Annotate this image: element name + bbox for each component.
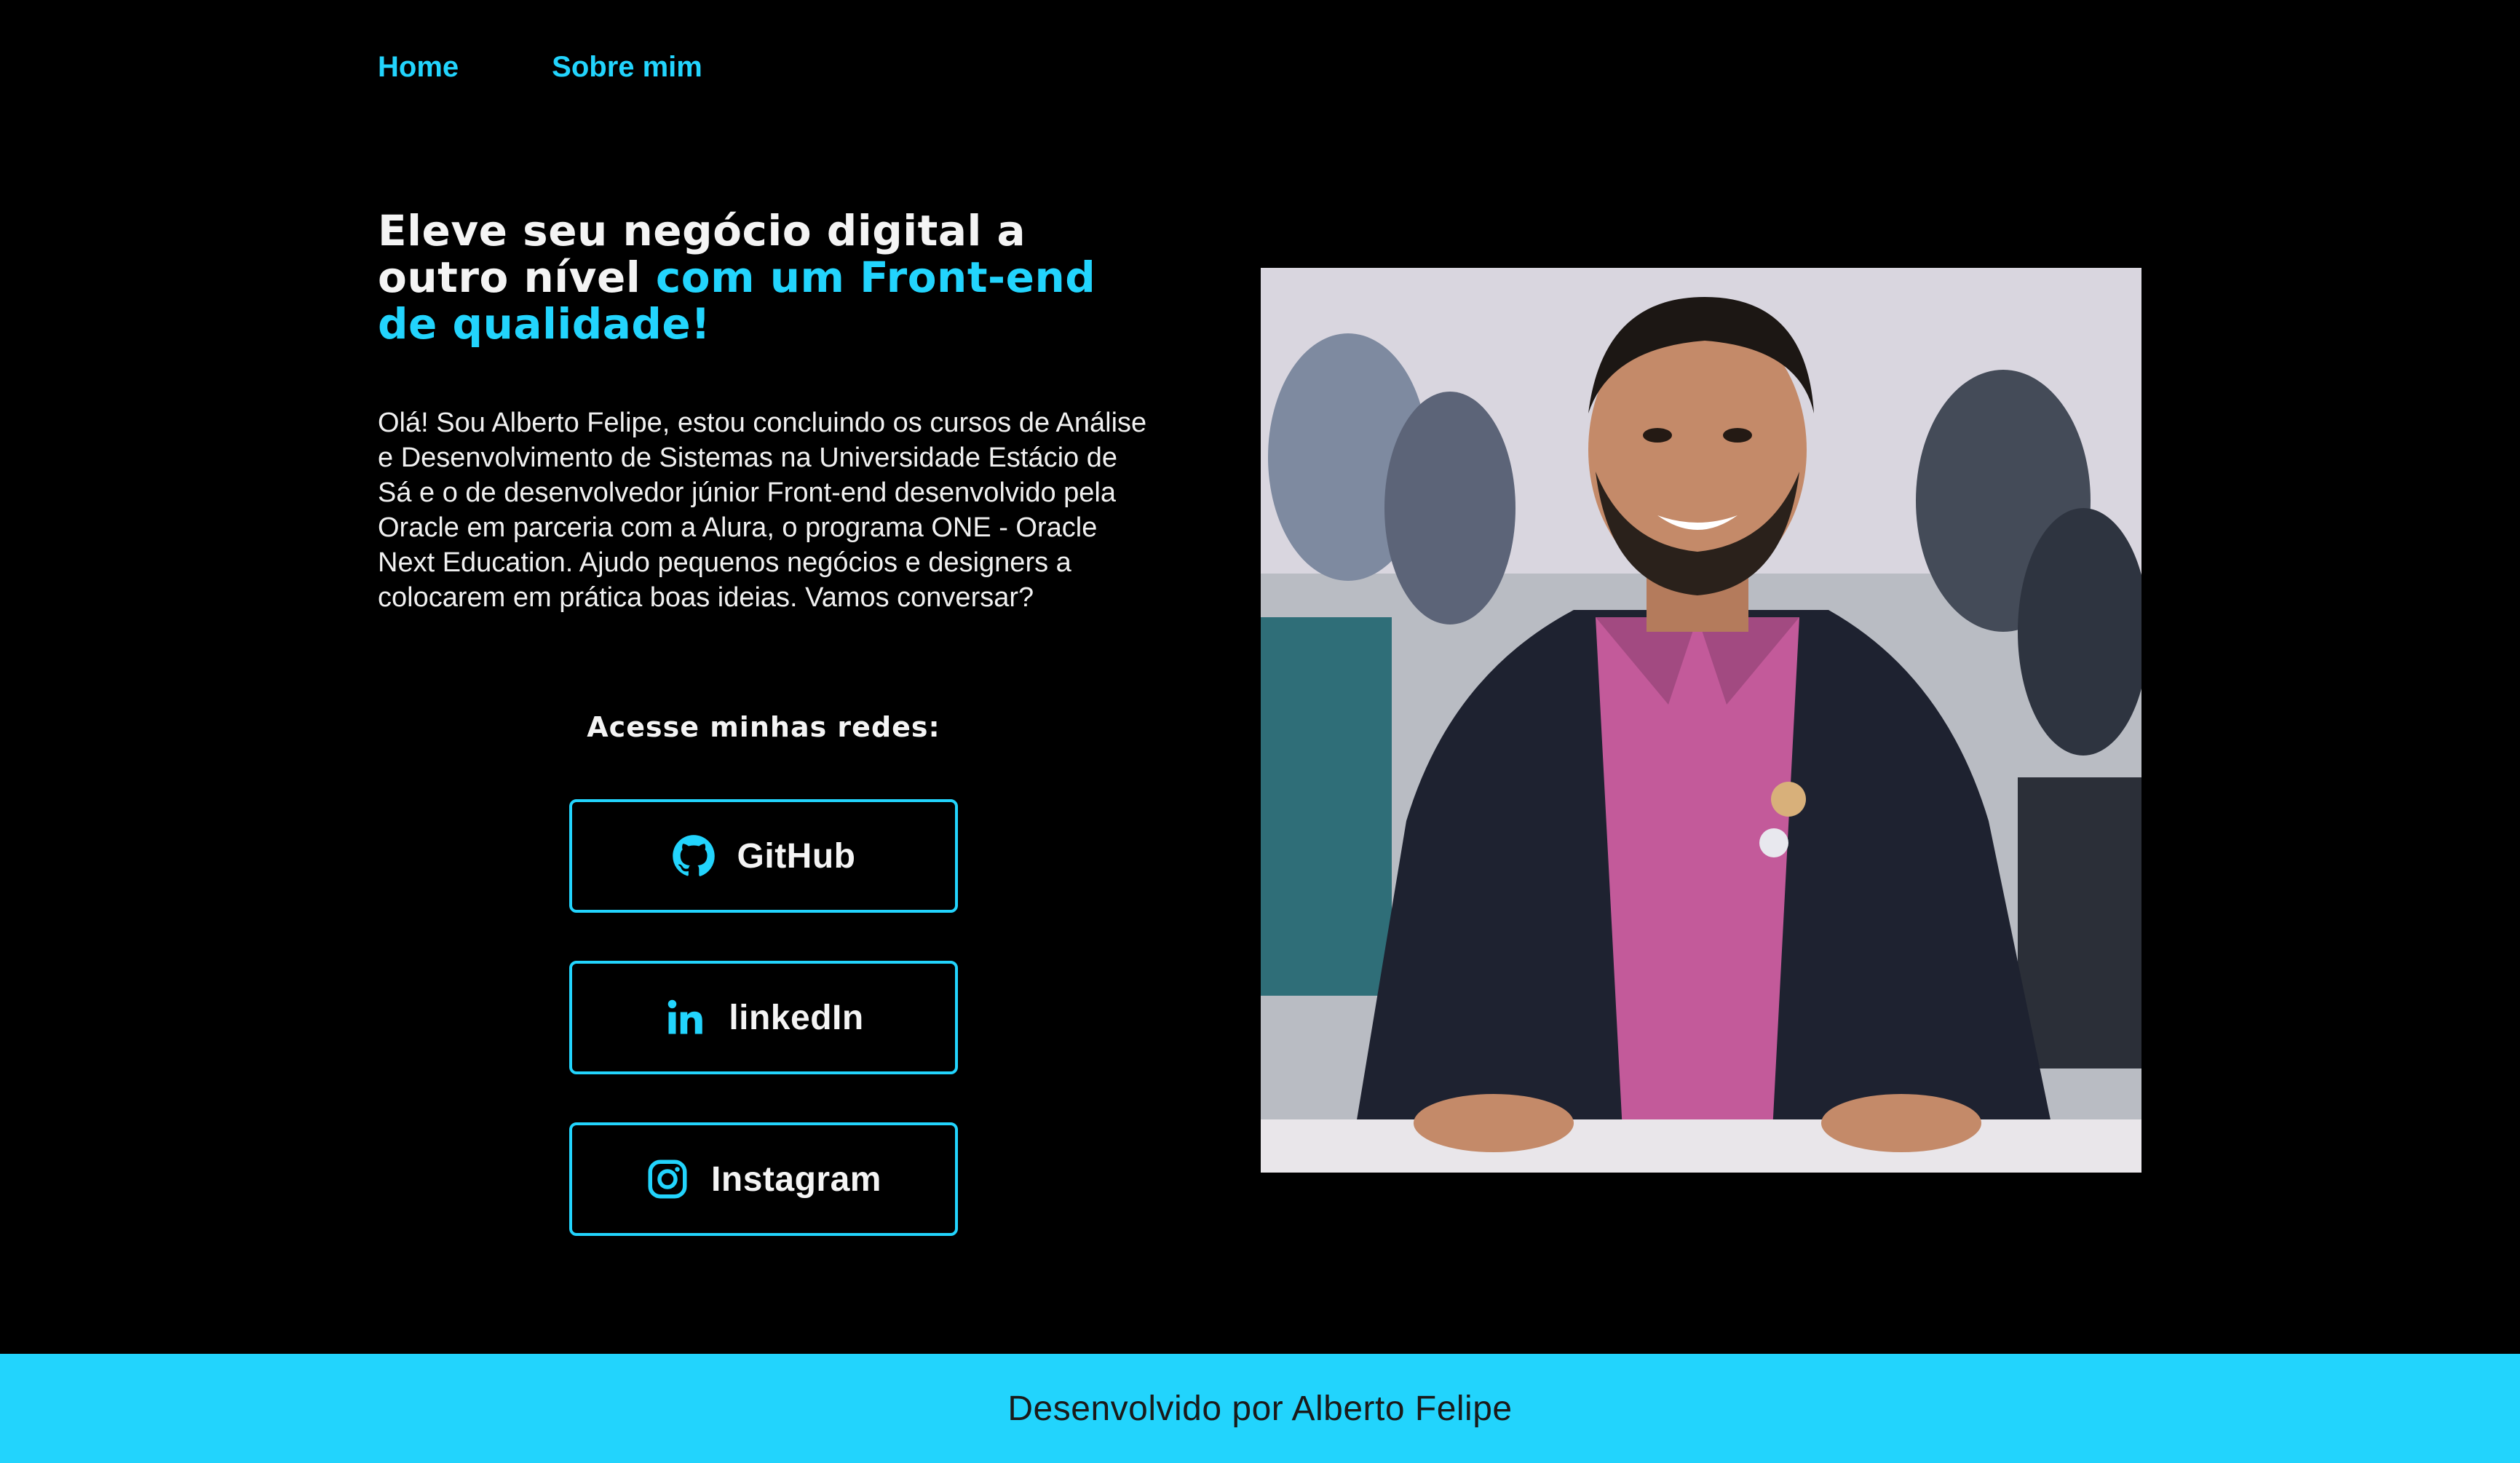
linkedin-icon	[663, 996, 707, 1039]
github-button[interactable]: GitHub	[569, 799, 958, 913]
linkedin-label: linkedIn	[729, 998, 864, 1037]
page: Home Sobre mim Eleve seu negócio digital…	[0, 0, 2520, 1463]
nav-about-link[interactable]: Sobre mim	[552, 44, 702, 90]
github-icon	[672, 834, 716, 878]
nav-home-link[interactable]: Home	[378, 44, 459, 90]
instagram-label: Instagram	[711, 1159, 881, 1199]
footer: Desenvolvido por Alberto Felipe	[0, 1354, 2520, 1463]
linkedin-button[interactable]: linkedIn	[569, 961, 958, 1074]
socials-title: Acesse minhas redes:	[587, 711, 940, 743]
instagram-icon	[646, 1157, 689, 1201]
instagram-button[interactable]: Instagram	[569, 1122, 958, 1236]
top-nav: Home Sobre mim	[378, 44, 702, 90]
socials-section: Acesse minhas redes: GitHub linkedIn Ins…	[378, 699, 1149, 1236]
profile-photo	[1261, 268, 2141, 1173]
footer-text: Desenvolvido por Alberto Felipe	[1007, 1389, 1513, 1428]
hero-intro: Olá! Sou Alberto Felipe, estou concluind…	[378, 408, 1147, 613]
github-label: GitHub	[737, 836, 856, 876]
hero-headline: Eleve seu negócio digital a outro nível …	[378, 207, 1149, 347]
hero-section: Eleve seu negócio digital a outro nível …	[378, 207, 1149, 615]
